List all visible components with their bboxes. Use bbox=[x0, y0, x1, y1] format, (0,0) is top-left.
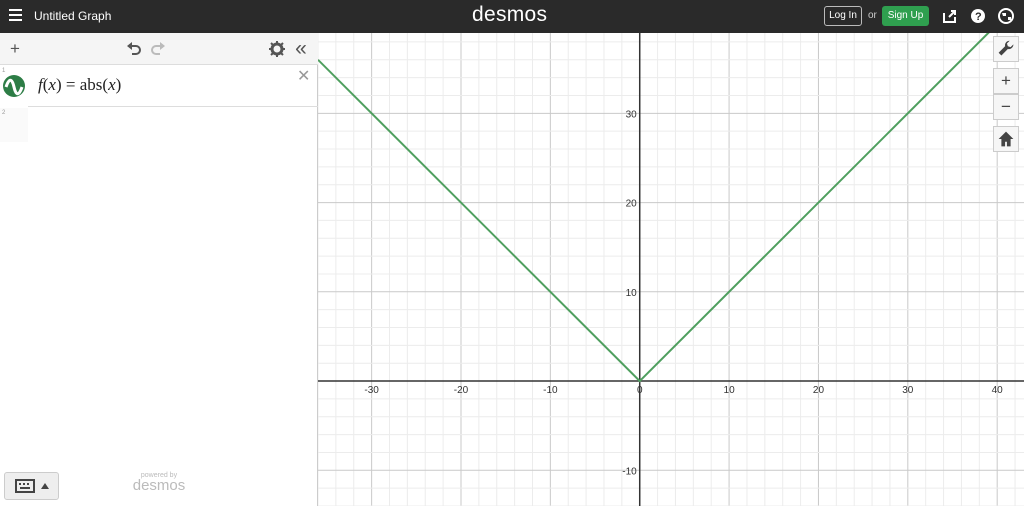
y-tick-label: -10 bbox=[622, 466, 637, 477]
expression-row[interactable]: 1 f(x) = abs(x) ✕ bbox=[0, 66, 318, 107]
desmos-logo: desmos bbox=[472, 3, 548, 26]
caret-up-icon bbox=[41, 483, 49, 489]
y-tick-label: 10 bbox=[626, 288, 638, 299]
powered-by-logo: powered by desmos bbox=[132, 472, 186, 494]
empty-expression-row[interactable] bbox=[0, 108, 318, 142]
y-tick-label: 20 bbox=[626, 199, 638, 210]
math-expression[interactable]: f(x) = abs(x) bbox=[38, 75, 121, 95]
signup-button[interactable]: Sign Up bbox=[882, 6, 929, 26]
collapse-icon[interactable]: « bbox=[292, 38, 310, 59]
plus-icon[interactable]: + bbox=[6, 40, 24, 58]
top-bar: Untitled Graph desmos Log In or Sign Up … bbox=[0, 0, 1024, 33]
globe-icon[interactable] bbox=[998, 8, 1014, 24]
settings-icon[interactable] bbox=[268, 40, 286, 58]
or-label: or bbox=[868, 10, 877, 21]
x-tick-label: -30 bbox=[364, 385, 379, 396]
keyboard-button[interactable] bbox=[4, 472, 59, 500]
zoom-in-icon[interactable]: + bbox=[993, 68, 1019, 94]
x-tick-label: 40 bbox=[992, 385, 1004, 396]
svg-text:?: ? bbox=[975, 11, 982, 23]
help-icon[interactable]: ? bbox=[970, 8, 986, 24]
home-icon[interactable] bbox=[993, 126, 1019, 152]
graph-color-icon[interactable] bbox=[3, 75, 25, 97]
hamburger-icon[interactable] bbox=[9, 9, 22, 22]
x-tick-label: -10 bbox=[543, 385, 558, 396]
expression-gutter: 1 bbox=[0, 66, 28, 107]
y-tick-label: 30 bbox=[626, 109, 638, 120]
redo-icon[interactable] bbox=[150, 40, 168, 58]
x-tick-label: 30 bbox=[902, 385, 914, 396]
keyboard-icon bbox=[15, 479, 35, 493]
x-tick-label: -20 bbox=[454, 385, 469, 396]
expression-panel: + « 1 f(x) = abs(x) ✕ 2 powered by desmos bbox=[0, 33, 318, 506]
graph-area[interactable]: -30 -20 -10 0 10 20 30 40 -10 10 20 30 bbox=[318, 33, 1024, 506]
close-icon[interactable]: ✕ bbox=[297, 69, 313, 85]
x-tick-label: 0 bbox=[637, 385, 643, 396]
expression-index: 1 bbox=[2, 68, 6, 74]
graph-canvas[interactable]: -30 -20 -10 0 10 20 30 40 -10 10 20 30 bbox=[318, 33, 1024, 506]
share-icon[interactable] bbox=[942, 8, 958, 24]
expression-toolbar: + « bbox=[0, 33, 318, 65]
x-tick-label: 10 bbox=[724, 385, 736, 396]
login-button[interactable]: Log In bbox=[824, 6, 862, 26]
graph-title[interactable]: Untitled Graph bbox=[34, 9, 111, 23]
undo-icon[interactable] bbox=[124, 40, 142, 58]
x-tick-label: 20 bbox=[813, 385, 825, 396]
wrench-icon[interactable] bbox=[993, 36, 1019, 62]
zoom-out-icon[interactable]: − bbox=[993, 94, 1019, 120]
